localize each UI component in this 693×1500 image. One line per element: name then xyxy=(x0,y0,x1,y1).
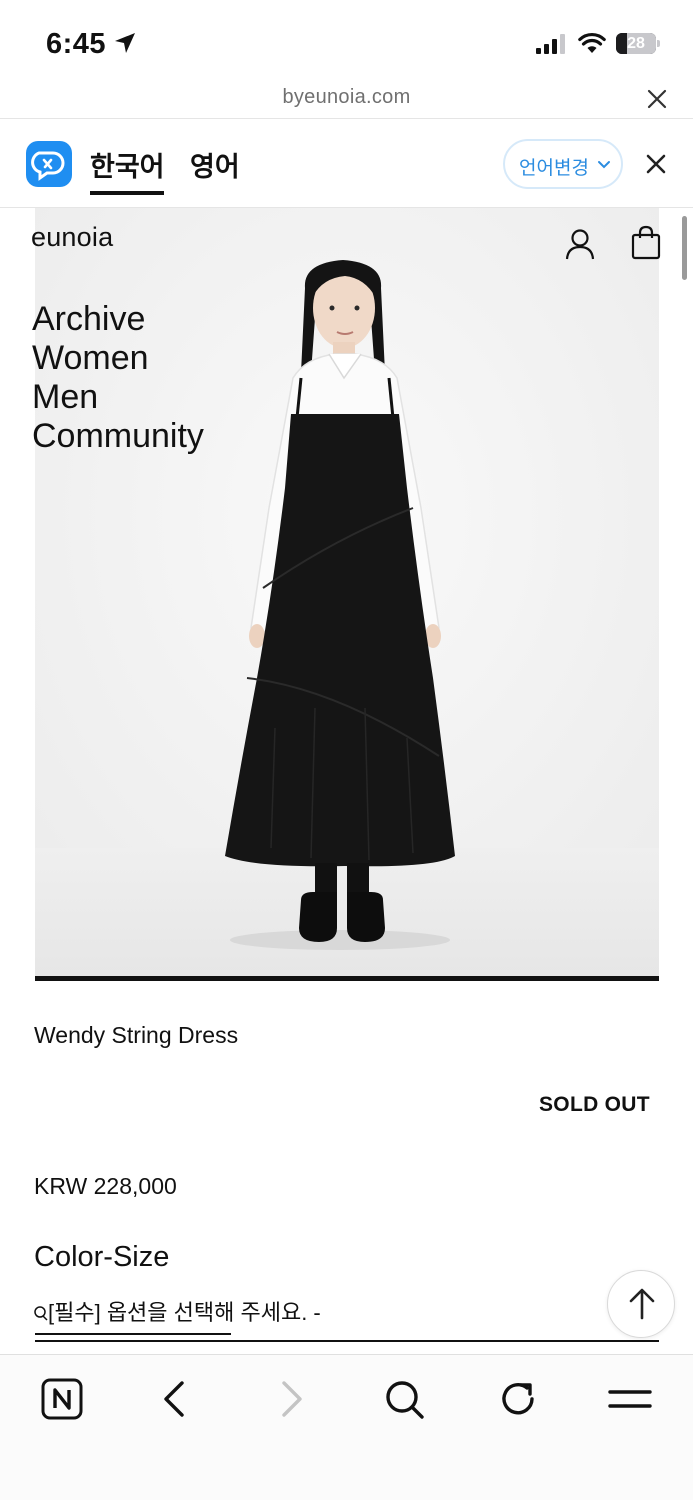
brand-logo[interactable]: eunoia xyxy=(31,222,113,253)
url-bar[interactable]: byeunoia.com xyxy=(0,84,693,118)
product-name: Wendy String Dress xyxy=(34,1022,239,1048)
option-title: Color-Size xyxy=(34,1241,170,1273)
back-button[interactable] xyxy=(152,1375,200,1423)
search-button[interactable] xyxy=(380,1375,428,1423)
search-icon xyxy=(386,1381,424,1419)
main-nav: Archive Women Men Community xyxy=(32,300,204,456)
scroll-to-top-button[interactable] xyxy=(607,1270,675,1338)
location-arrow-icon xyxy=(115,33,135,53)
scrollbar-thumb[interactable] xyxy=(682,216,687,280)
option-select-value: [필수] 옵션을 선택해 주세요. - xyxy=(48,1300,321,1325)
battery-icon: 28 xyxy=(616,33,660,54)
sold-out-badge: SOLD OUT xyxy=(539,1093,650,1116)
divider xyxy=(35,1340,659,1342)
clock: 6:45 xyxy=(46,28,107,60)
papago-logo-icon[interactable] xyxy=(26,141,72,187)
nav-item-archive[interactable]: Archive xyxy=(32,300,204,339)
option-select-underline xyxy=(35,1333,231,1335)
naver-home-icon xyxy=(41,1378,83,1420)
browser-toolbar xyxy=(0,1354,693,1500)
option-marker-icon xyxy=(34,1306,48,1321)
forward-button[interactable] xyxy=(266,1375,314,1423)
wifi-icon xyxy=(578,32,606,53)
reload-button[interactable] xyxy=(494,1375,542,1423)
translator-bar: 한국어 영어 언어변경 xyxy=(0,118,693,208)
menu-button[interactable] xyxy=(606,1375,654,1423)
status-bar: 6:45 28 xyxy=(0,0,693,84)
nav-item-men[interactable]: Men xyxy=(32,378,204,417)
nav-item-community[interactable]: Community xyxy=(32,417,204,456)
tab-korean[interactable]: 한국어 xyxy=(90,145,165,184)
change-language-button[interactable]: 언어변경 xyxy=(503,139,623,189)
naver-home-button[interactable] xyxy=(38,1375,86,1423)
url-text[interactable]: byeunoia.com xyxy=(0,86,693,109)
battery-percent: 28 xyxy=(627,35,645,52)
tab-selected-indicator xyxy=(90,191,164,195)
change-language-label: 언어변경 xyxy=(519,158,589,179)
divider xyxy=(35,976,659,981)
chevron-down-icon xyxy=(598,161,610,169)
close-icon[interactable] xyxy=(645,153,667,175)
user-icon[interactable] xyxy=(565,228,595,260)
nav-item-women[interactable]: Women xyxy=(32,339,204,378)
arrow-up-icon xyxy=(629,1288,655,1320)
option-select[interactable]: [필수] 옵션을 선택해 주세요. - xyxy=(34,1295,321,1327)
close-icon[interactable] xyxy=(646,88,668,110)
reload-icon xyxy=(502,1383,534,1415)
forward-icon xyxy=(282,1381,302,1417)
tab-english[interactable]: 영어 xyxy=(190,145,240,184)
product-price: KRW 228,000 xyxy=(34,1173,177,1199)
back-icon xyxy=(164,1381,184,1417)
shopping-bag-icon[interactable] xyxy=(630,224,662,260)
signal-icon xyxy=(536,34,565,54)
menu-icon xyxy=(608,1390,652,1408)
